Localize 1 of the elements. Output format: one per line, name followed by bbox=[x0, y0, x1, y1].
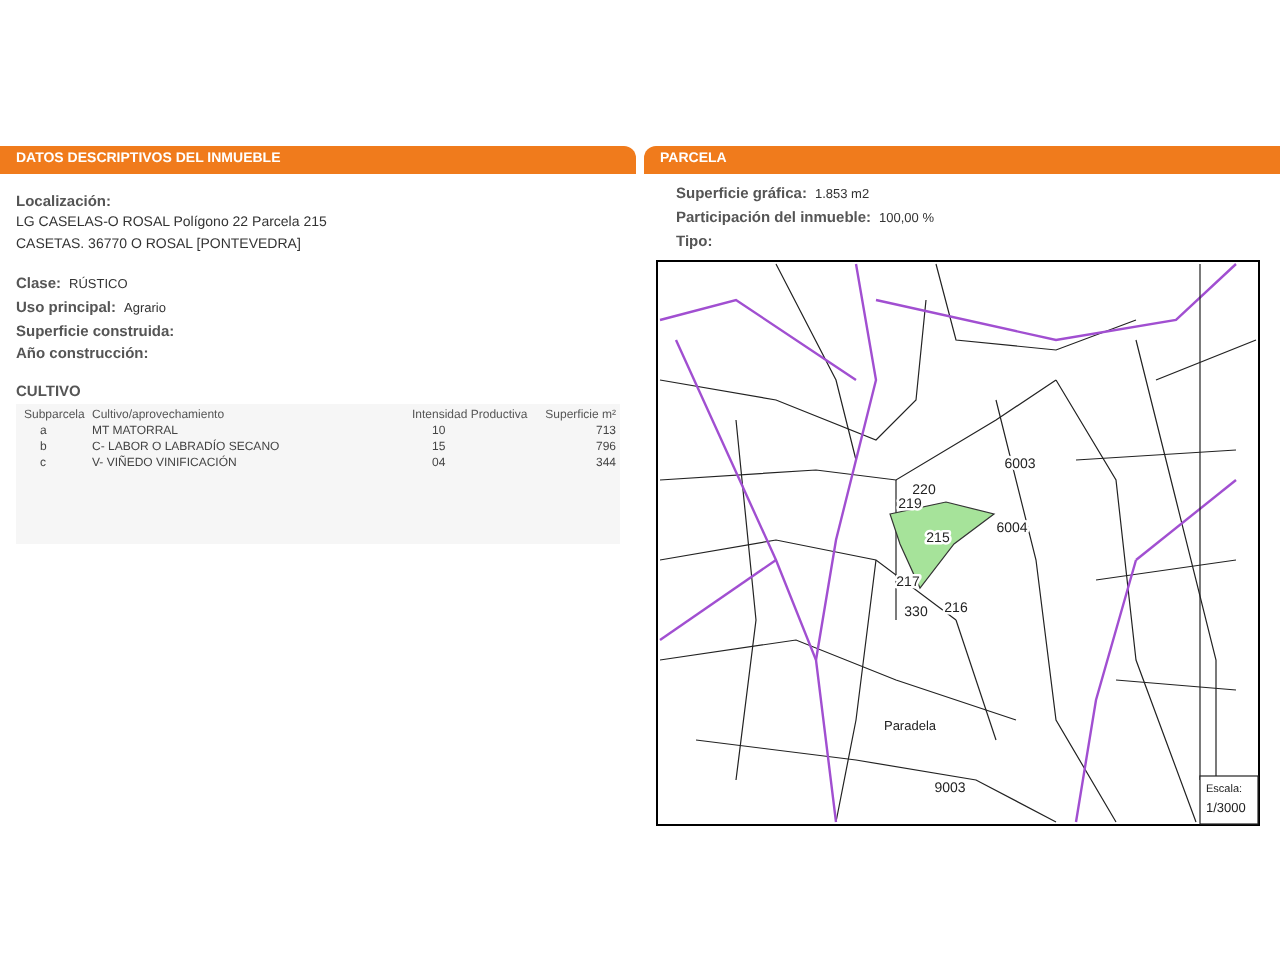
highlighted-parcel bbox=[889, 500, 996, 589]
